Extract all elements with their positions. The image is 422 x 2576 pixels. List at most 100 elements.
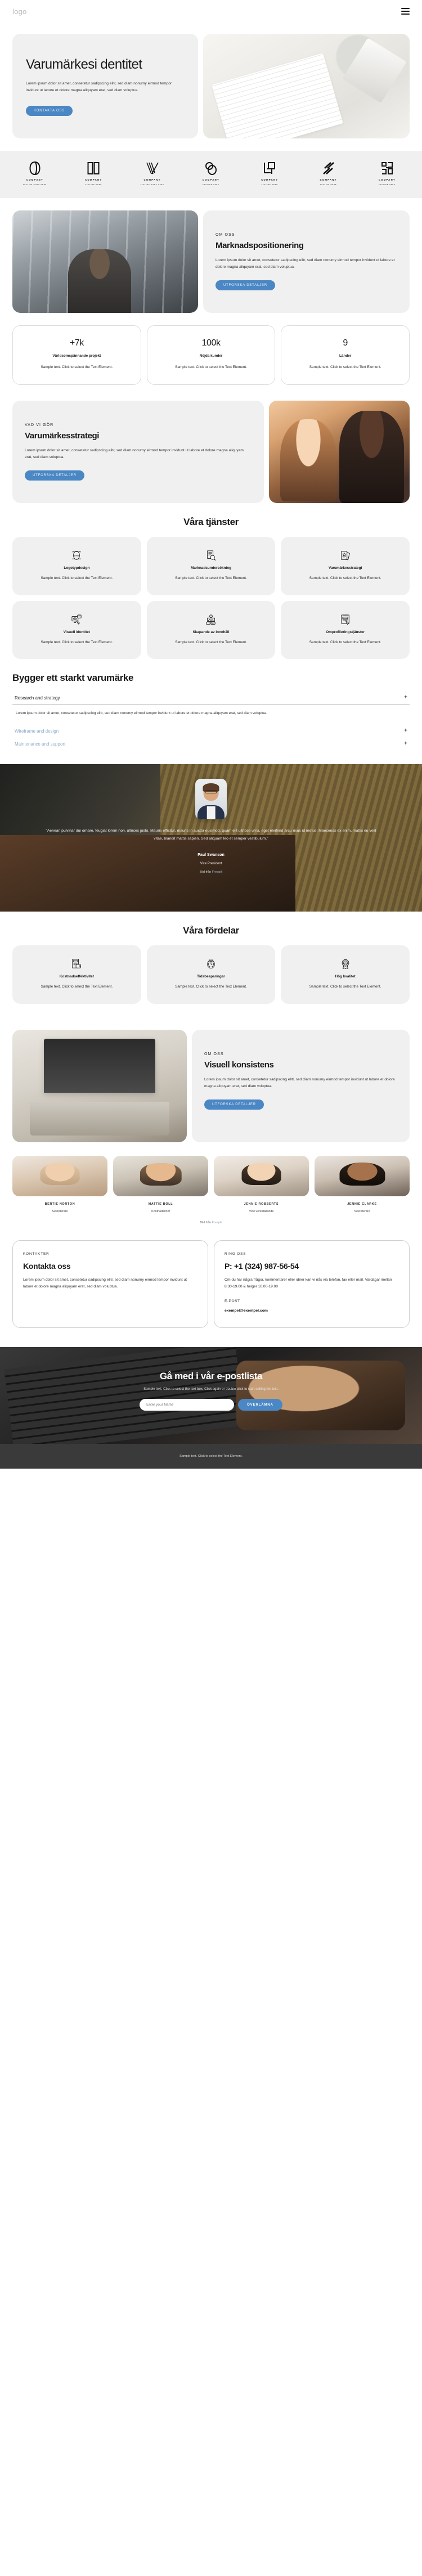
accordion-header-maintenance[interactable]: Maintenance and support + [12,738,410,751]
client-logo-name: COMPANY [143,178,161,182]
client-logo-name: COMPANY [26,178,44,182]
newsletter-form: ÖVERLÄMNA [23,1399,399,1411]
accordion-header-wireframe[interactable]: Wireframe and design + [12,725,410,738]
stat-label: Länder [339,354,352,358]
team-member-role: Sekreterare [52,1210,68,1214]
benefit-card[interactable]: HIGH QUALITY Hög kvalitet Sample text. Cl… [281,945,410,1004]
client-logo-name: COMPANY [261,178,279,182]
services-title: Våra tjänster [183,517,239,528]
service-text: Sample text. Click to select the Text El… [309,576,381,581]
benefit-card[interactable]: Kostnadseffektivitet Sample text. Click … [12,945,141,1004]
benefit-title: Kostnadseffektivitet [59,975,94,979]
client-logo-name: COMPANY [378,178,396,182]
service-title: Visuell identitet [63,630,90,634]
stat-number: +7k [69,338,84,348]
client-logo-tagline: TAGLINE HERE [320,184,337,186]
service-card[interactable]: BRAND Omprofileringstjänster Sample text… [281,600,410,659]
about-eyebrow: OM OSS [216,233,235,237]
accordion-body: Lorem ipsum dolor sit amet, consetetur s… [16,711,267,716]
content-creation-icon [155,613,268,626]
logo-vee-lines-icon [146,161,159,176]
stat-card: 9 Länder Sample text. Click to select th… [281,325,410,385]
contact-left-eyebrow: KONTAKTER [23,1252,50,1256]
contact-email-label: E-POST [225,1299,240,1304]
service-card[interactable]: Visuell identitet Sample text. Click to … [12,600,141,659]
image-credit: Bild från Freepik [45,870,377,874]
client-logo-name: COMPANY [202,178,220,182]
benefit-text: Sample text. Click to select the Text El… [41,985,113,989]
consistency-cta-button[interactable]: UTFORSKA DETALJER [204,1099,264,1110]
plus-icon[interactable]: + [404,741,407,747]
service-text: Sample text. Click to select the Text El… [41,576,113,581]
strategy-cta-button[interactable]: UTFORSKA DETALJER [25,470,84,481]
plus-icon[interactable]: + [404,728,407,734]
stat-text: Sample text. Click to select the Text El… [309,365,381,370]
accordion-header-research[interactable]: Research and strategy + [12,692,410,706]
consistency-title: Visuell konsistens [204,1060,274,1070]
client-logo-item: COMPANY TAGLINE GOES HERE [12,161,57,186]
svg-text:LOGO: LOGO [74,555,79,557]
brand-strategy-icon [289,549,402,562]
client-logo-item: COMPANY TAGLINE GOES HERE [130,161,175,186]
about-cta-button[interactable]: UTFORSKA DETALJER [216,280,275,291]
site-header: logo [0,0,422,23]
benefit-card[interactable]: Tidsbesparingar Sample text. Click to se… [146,945,276,1004]
team-image-credit-link[interactable]: Freepik [212,1221,222,1224]
service-card[interactable]: Marknadsundersökning Sample text. Click … [146,537,276,595]
contact-email[interactable]: exempel@exempel.com [225,1309,399,1313]
team-member-photo [214,1156,309,1197]
client-logo-item: COMPANY TAGLINE HERE [188,161,234,186]
service-text: Sample text. Click to select the Text El… [175,640,247,644]
accordion-title: Bygger ett starkt varumärke [12,672,134,684]
service-card[interactable]: Varumärkesstrategi Sample text. Click to… [281,537,410,595]
contact-card-right: RING OSS P: +1 (324) 987-56-54 Om du har… [214,1240,410,1329]
team-member-name: BERTIE NORTON [44,1202,75,1206]
testimonial-author-role: Vice President [200,861,222,865]
team-image-credit: Bild från Freepik [0,1213,422,1224]
service-title: Varumärkesstrategi [328,566,362,571]
team-member-photo [113,1156,208,1197]
service-title: Skapande av innehåll [192,630,230,634]
hamburger-menu-icon[interactable] [401,8,410,15]
service-card[interactable]: LOGO Logotypdesign Sample text. Click to… [12,537,141,595]
plus-icon[interactable]: + [404,695,407,701]
team-member: JENNIE CLARKE Sekreterare [315,1156,410,1213]
consistency-text-card: OM OSS Visuell konsistens Lorem ipsum do… [192,1030,410,1143]
about-image [12,210,198,313]
accordion-label: Wireframe and design [15,728,59,734]
hero-cta-button[interactable]: KONTAKTA OSS [26,106,73,116]
service-card[interactable]: Skapande av innehåll Sample text. Click … [146,600,276,659]
logo-squares-icon [263,161,276,176]
service-text: Sample text. Click to select the Text El… [309,640,381,644]
client-logos-strip: COMPANY TAGLINE GOES HERE COMPANY TAGLIN… [0,151,422,199]
services-grid: LOGO Logotypdesign Sample text. Click to… [0,537,422,659]
logo-oval-icon [29,161,41,176]
image-credit-link[interactable]: Freepik [212,870,223,874]
service-title: Omprofileringstjänster [326,630,365,634]
team-member-role: Vice verkställande [249,1210,274,1214]
service-text: Sample text. Click to select the Text El… [41,640,113,644]
hero-image [203,34,410,139]
client-logo-name: COMPANY [85,178,102,182]
team-member: MATTIE BOLL Kostnadschef [113,1156,208,1213]
stat-text: Sample text. Click to select the Text El… [41,365,113,370]
about-paragraph: Lorem ipsum dolor sit amet, consetetur s… [216,258,395,270]
newsletter-submit-button[interactable]: ÖVERLÄMNA [238,1399,282,1411]
logo-slashes-icon [322,161,335,176]
team-member-photo [315,1156,410,1197]
contact-phone[interactable]: P: +1 (324) 987-56-54 [225,1262,399,1271]
page-root: logo Varumärkesi dentitet Lorem ipsum do… [0,0,422,1469]
team-member-photo [12,1156,107,1197]
newsletter-name-input[interactable] [140,1399,235,1411]
stat-card: +7k Världsomspännande projekt Sample tex… [12,325,141,385]
client-logo-tagline: TAGLINE HERE [261,184,279,186]
service-text: Sample text. Click to select the Text El… [175,576,247,581]
accordion-section: Bygger ett starkt varumärke Research and… [0,672,422,751]
testimonial-section: "Aenean pulvinar dui ornare, feugiat lor… [0,764,422,912]
market-research-icon [155,549,268,562]
team-image-credit-prefix: Bild från [200,1221,212,1225]
benefit-text: Sample text. Click to select the Text El… [175,985,247,989]
logo[interactable]: logo [12,7,26,16]
consistency-eyebrow: OM OSS [204,1052,224,1057]
stat-label: Världsomspännande projekt [52,354,101,358]
